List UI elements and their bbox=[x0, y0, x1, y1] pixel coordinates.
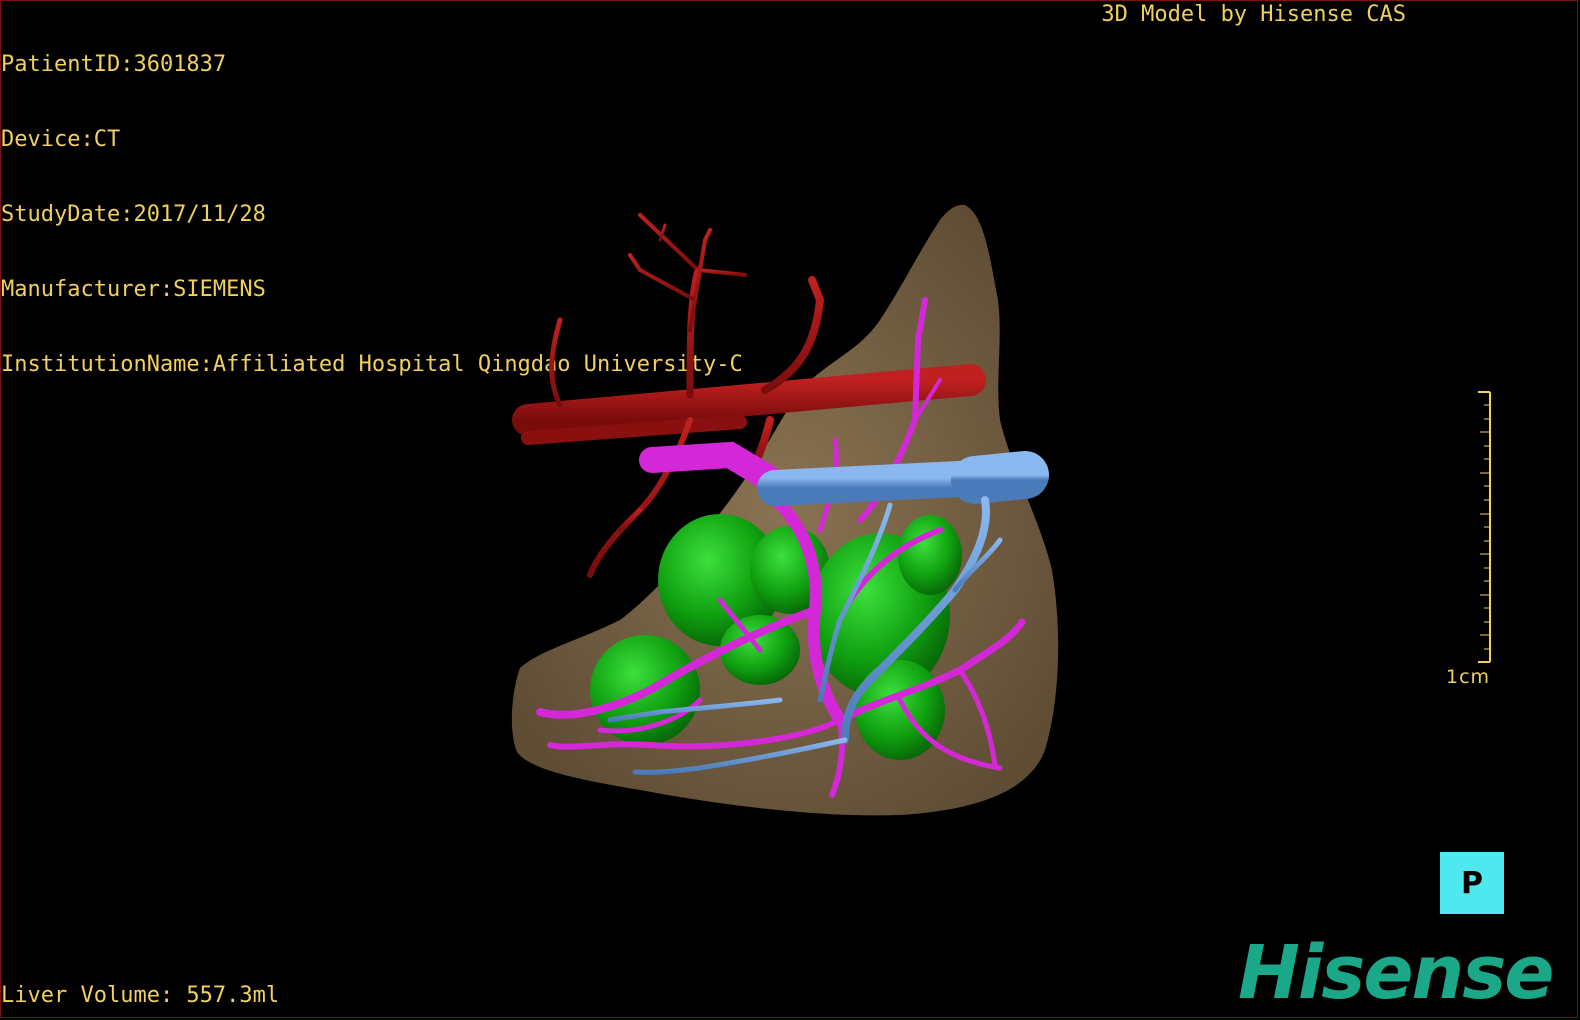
3d-viewport[interactable] bbox=[0, 0, 1580, 1020]
liver-volume-text: Liver Volume: 557.3ml bbox=[1, 983, 280, 1008]
scale-label: 1cm bbox=[1446, 666, 1491, 688]
scale-bar bbox=[1478, 391, 1491, 663]
hisense-logo: Hisense bbox=[1238, 930, 1554, 1016]
orientation-label: P bbox=[1461, 865, 1483, 901]
lesion-model bbox=[898, 515, 962, 595]
orientation-marker-button[interactable]: P bbox=[1440, 852, 1504, 914]
